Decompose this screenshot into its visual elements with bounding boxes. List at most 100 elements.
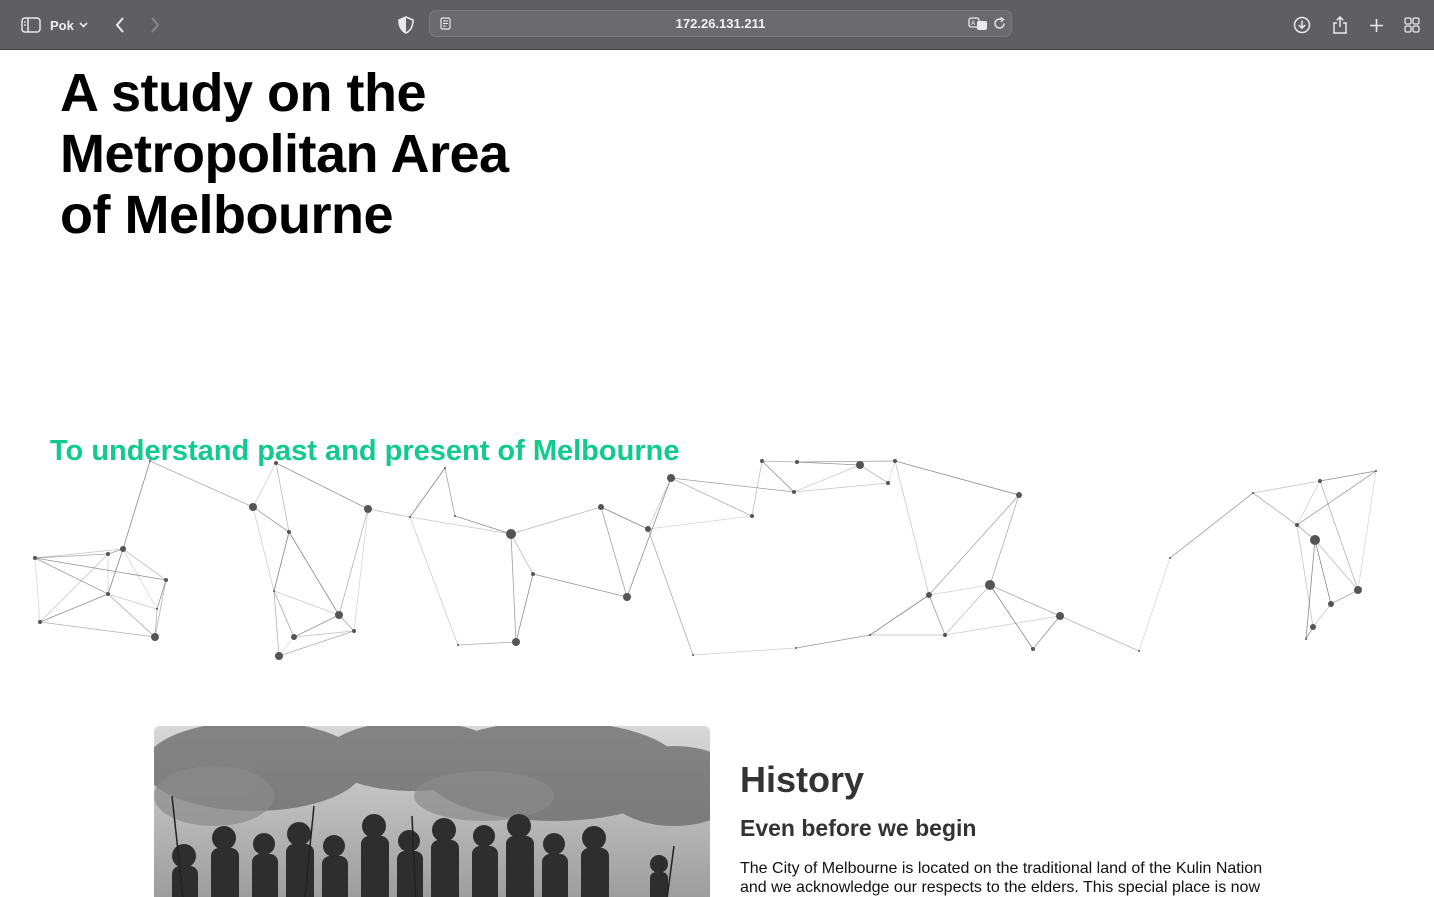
- network-edge: [670, 477, 795, 493]
- network-edge: [989, 494, 1020, 586]
- network-edge: [944, 584, 991, 636]
- network-node: [33, 556, 37, 560]
- sidebar-icon[interactable]: [20, 0, 42, 50]
- network-edge: [293, 614, 340, 638]
- network-edge: [1319, 470, 1377, 482]
- network-edge: [1252, 480, 1321, 494]
- share-icon[interactable]: [1329, 0, 1351, 50]
- network-node: [352, 629, 356, 633]
- network-edge: [869, 594, 930, 636]
- network-edge: [1296, 470, 1377, 526]
- svg-text:A: A: [971, 20, 976, 27]
- network-edge: [1059, 615, 1140, 652]
- network-edge: [107, 593, 156, 638]
- network-node: [409, 516, 411, 518]
- network-edge: [944, 615, 1061, 636]
- network-edge: [409, 467, 446, 518]
- forward-icon[interactable]: [145, 0, 165, 50]
- profile-button[interactable]: Pok: [50, 0, 88, 50]
- network-node: [856, 461, 864, 469]
- network-edge: [353, 508, 369, 632]
- network-node: [120, 546, 126, 552]
- network-node: [106, 552, 110, 556]
- back-icon[interactable]: [110, 0, 130, 50]
- network-edge: [928, 594, 946, 636]
- network-node: [1016, 492, 1022, 498]
- network-node: [1252, 492, 1254, 494]
- network-edge: [288, 531, 340, 616]
- network-edge: [761, 460, 795, 493]
- plus-icon[interactable]: [1366, 0, 1386, 50]
- network-edge: [670, 477, 753, 517]
- network-edge: [34, 557, 109, 595]
- network-edge: [796, 461, 861, 466]
- network-node: [795, 460, 799, 464]
- network-edge: [273, 531, 290, 592]
- network-node: [1318, 479, 1322, 483]
- network-edge: [626, 477, 672, 598]
- network-node: [943, 633, 947, 637]
- network-edge: [1169, 492, 1254, 559]
- history-title: History: [740, 759, 865, 800]
- network-edge: [454, 515, 512, 535]
- network-edge: [928, 584, 991, 596]
- network-node: [692, 654, 694, 656]
- network-node: [792, 490, 796, 494]
- network-edge: [510, 533, 517, 643]
- network-node: [156, 608, 158, 610]
- network-edge: [252, 462, 277, 508]
- network-node: [364, 505, 372, 513]
- network-node: [1310, 624, 1316, 630]
- network-edge: [457, 641, 517, 646]
- network-node: [869, 634, 871, 636]
- network-node: [454, 515, 456, 517]
- network-node: [1295, 523, 1299, 527]
- network-node: [645, 526, 651, 532]
- network-edge: [600, 506, 628, 598]
- browser-toolbar: Pok 172.26.131.211 A: [0, 0, 1434, 50]
- network-edge: [1296, 480, 1321, 526]
- tab-overview-icon[interactable]: [1402, 0, 1422, 50]
- network-edge: [1319, 480, 1359, 591]
- chevron-down-icon: [79, 22, 88, 28]
- network-edge: [409, 516, 512, 535]
- network-node: [1056, 612, 1064, 620]
- network-edge: [894, 460, 1020, 496]
- network-edge: [510, 506, 602, 535]
- network-node: [750, 514, 754, 518]
- network-edge: [515, 573, 534, 643]
- network-node: [1305, 638, 1307, 640]
- network-node: [926, 592, 932, 598]
- network-node: [1328, 601, 1334, 607]
- network-edge: [793, 464, 861, 493]
- network-node: [506, 529, 516, 539]
- translate-icon[interactable]: A: [967, 11, 989, 36]
- network-node: [531, 572, 535, 576]
- network-node: [1354, 586, 1362, 594]
- hero-title: A study on the Metropolitan Area of Melb…: [60, 63, 509, 245]
- network-edge: [887, 460, 896, 484]
- download-icon[interactable]: [1291, 0, 1313, 50]
- network-edge: [338, 508, 369, 616]
- network-edge: [39, 593, 109, 623]
- network-edge: [273, 590, 340, 616]
- network-edge: [510, 533, 534, 575]
- network-graphic: [33, 459, 1377, 660]
- network-edge: [647, 515, 753, 530]
- network-edge: [859, 464, 889, 484]
- network-edge: [647, 477, 672, 530]
- network-node: [667, 474, 675, 482]
- shield-icon[interactable]: [396, 0, 416, 50]
- history-paragraph: The City of Melbourne is located on the …: [740, 860, 1263, 896]
- page-content: A study on the Metropolitan Area of Melb…: [0, 51, 1434, 897]
- network-node: [985, 580, 995, 590]
- network-node: [1031, 647, 1035, 651]
- address-bar[interactable]: 172.26.131.211 A: [429, 10, 1012, 37]
- network-node: [1169, 557, 1171, 559]
- profile-name: Pok: [50, 17, 74, 33]
- network-node: [273, 590, 275, 592]
- network-edge: [761, 460, 798, 463]
- reload-icon[interactable]: [990, 11, 1008, 36]
- network-node: [457, 644, 459, 646]
- network-node: [1310, 535, 1320, 545]
